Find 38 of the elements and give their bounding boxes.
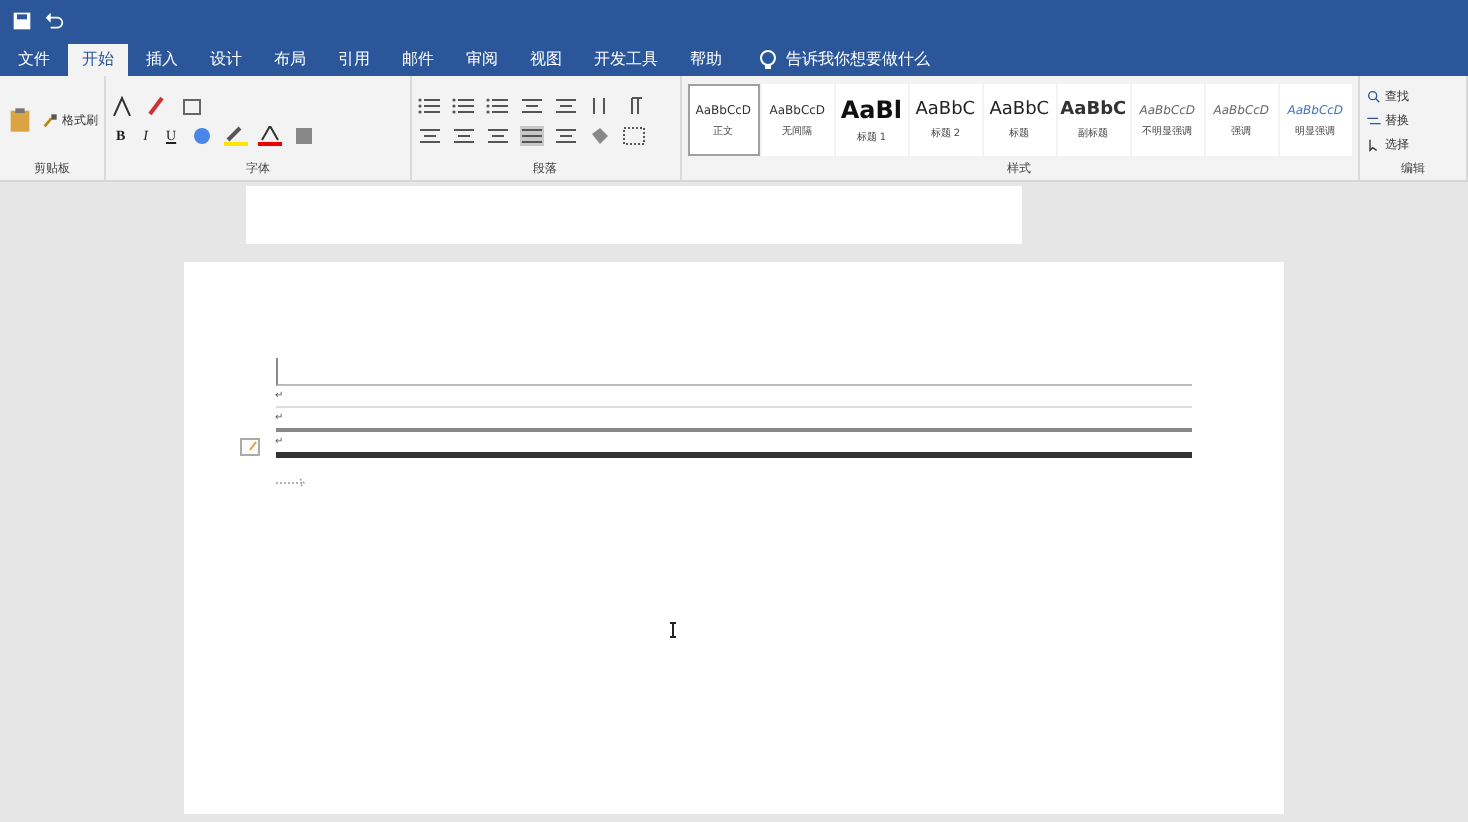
ribbon-tab[interactable]: 引用 bbox=[324, 44, 384, 76]
align-left-icon[interactable] bbox=[417, 125, 442, 145]
indent-icon[interactable] bbox=[519, 95, 544, 115]
fill-bucket-icon[interactable] bbox=[587, 125, 612, 145]
highlight-icon[interactable] bbox=[224, 125, 249, 145]
replace-icon[interactable] bbox=[1365, 113, 1382, 127]
multilevel-list-icon[interactable] bbox=[485, 95, 510, 115]
ribbon-tab[interactable]: 插入 bbox=[132, 44, 192, 76]
cursor-icon[interactable] bbox=[1365, 137, 1382, 151]
search-icon[interactable] bbox=[1365, 89, 1382, 103]
bullet-list-icon[interactable] bbox=[417, 95, 442, 115]
undo-icon[interactable] bbox=[44, 11, 64, 29]
align-right-icon[interactable] bbox=[485, 125, 510, 145]
justify-icon[interactable] bbox=[519, 125, 544, 145]
tell-me-search-field[interactable]: 告诉我你想要做什么 bbox=[786, 48, 930, 70]
ribbon-tab[interactable]: 布局 bbox=[260, 44, 320, 76]
paintbrush-icon[interactable] bbox=[42, 113, 58, 127]
align-center-icon[interactable] bbox=[451, 125, 476, 145]
text-cursor-icon bbox=[667, 622, 679, 638]
ribbon-tab[interactable]: 文件 bbox=[4, 44, 64, 76]
ribbon-tab[interactable]: 开发工具 bbox=[580, 44, 672, 76]
ribbon-tab[interactable]: 审阅 bbox=[452, 44, 512, 76]
ribbon-tab[interactable]: 邮件 bbox=[388, 44, 448, 76]
save-icon[interactable] bbox=[12, 11, 32, 29]
ribbon-tab[interactable]: 设计 bbox=[196, 44, 256, 76]
font-color-icon[interactable] bbox=[258, 125, 283, 145]
ribbon-tab[interactable]: 视图 bbox=[516, 44, 576, 76]
numbered-list-icon[interactable] bbox=[451, 95, 476, 115]
tab-arrow-icon bbox=[275, 478, 307, 488]
line-spacing-icon[interactable] bbox=[553, 125, 578, 145]
text-effects-icon[interactable] bbox=[190, 125, 215, 145]
clipboard-icon[interactable] bbox=[6, 106, 34, 134]
ribbon-tab[interactable]: 帮助 bbox=[676, 44, 736, 76]
indent-icon[interactable] bbox=[553, 95, 578, 115]
ribbon-tab[interactable]: 开始 bbox=[68, 44, 128, 76]
borders-icon[interactable] bbox=[621, 125, 646, 145]
lightbulb-icon[interactable] bbox=[756, 49, 780, 69]
shading-icon[interactable] bbox=[292, 125, 317, 145]
